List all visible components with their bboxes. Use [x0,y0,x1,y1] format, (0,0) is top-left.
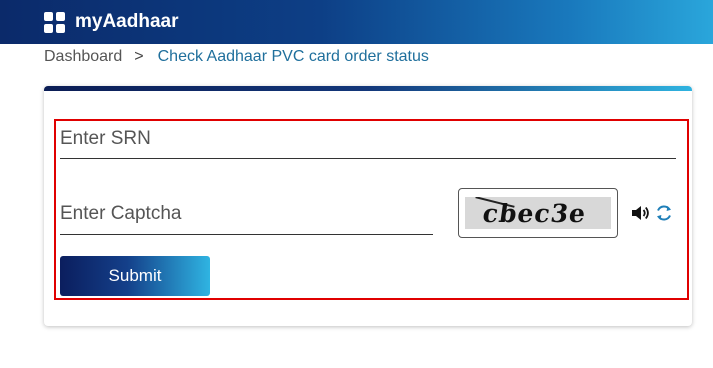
srn-input[interactable]: Enter SRN [60,128,151,150]
refresh-icon[interactable] [653,202,675,224]
captcha-image: cbec3e [465,197,611,229]
top-header-bar: myAadhaar [0,0,713,44]
submit-button[interactable]: Submit [60,256,210,296]
breadcrumb: Dashboard > Check Aadhaar PVC card order s… [44,48,429,66]
captcha-image-frame: cbec3e [458,188,618,238]
captcha-input-underline [60,234,433,235]
app-title: myAadhaar [75,11,179,32]
breadcrumb-separator: > [134,48,144,65]
captcha-input[interactable]: Enter Captcha [60,203,181,225]
captcha-text: cbec3e [480,199,589,228]
srn-input-underline [60,158,676,159]
grid-logo-icon [44,12,66,34]
card-top-strip [44,86,692,91]
speaker-icon[interactable] [629,202,651,224]
breadcrumb-dashboard-link[interactable]: Dashboard [44,48,122,65]
breadcrumb-current-page: Check Aadhaar PVC card order status [157,48,429,65]
